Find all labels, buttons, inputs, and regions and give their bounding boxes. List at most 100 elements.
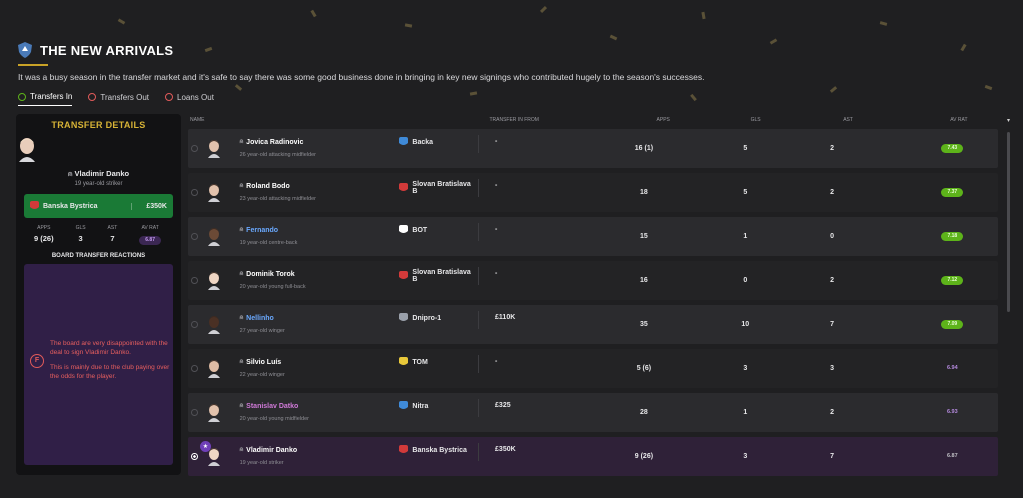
player-name: ⍝ Vladimir Danko [67,169,130,178]
table-scrollbar[interactable] [1007,132,1010,312]
stat-apps: APPS 9 (26) [34,225,54,243]
table-row[interactable]: ⍝ Jovica Radinovic 26 year-old attacking… [188,129,998,168]
table-row[interactable]: ⍝ Stanislav Datko 20 year-old young midf… [188,393,998,432]
rating-pill: 6.87 [946,453,958,460]
from-club-link[interactable]: BOT [399,225,476,235]
player-name-link[interactable]: ⍝ Dominik Torok [240,271,400,278]
assists-cell: 0 [830,232,835,240]
table-row[interactable]: ⍝ Dominik Torok 20 year-old young full-b… [188,261,998,300]
lock-icon: ⍝ [239,446,244,453]
title-underline [18,64,48,66]
apps-cell: 16 (1) [634,144,654,152]
player-description: 27 year-old winger [239,327,285,334]
lock-icon: ⍝ [239,182,244,189]
column-header-name[interactable]: NAME [188,117,385,123]
assists-cell: 3 [830,364,835,372]
from-club-link[interactable]: TOM [399,357,476,367]
player-info: ⍝ Vladimir Danko 19 year-old striker [240,447,400,466]
player-description: 20 year-old young midfielder [239,415,309,422]
club-badge-icon [399,401,409,409]
from-club-link[interactable]: Slovan Bratislava B [399,269,476,283]
rating-pill: 6.93 [946,409,958,416]
table-row[interactable]: ⍝ Fernando 19 year-old centre-back BOT -… [188,217,998,256]
player-name-link[interactable]: ⍝ Vladimir Danko [240,447,400,454]
lock-icon: ⍝ [239,314,244,321]
rating-pill: 6.94 [946,365,958,372]
page-title: THE NEW ARRIVALS [40,42,174,58]
lock-icon: ⍝ [239,138,244,145]
column-divider [478,223,480,241]
tab-transfers-in[interactable]: Transfers In [18,92,73,106]
rating-cell: 6.94 [907,364,998,373]
transfer-details-panel: TRANSFER DETAILS ⍝ Vladimir Danko 19 yea… [16,114,181,475]
goals-cell: 5 [743,188,748,196]
assists-cell: 2 [830,188,835,196]
fee-cell: £325 [495,402,511,409]
table-row[interactable]: ⍝ Roland Bodo 23 year-old attacking midf… [188,173,998,212]
player-name-link[interactable]: ⍝ Fernando [240,227,400,234]
tab-label: Transfers Out [100,92,149,102]
club-shield-icon [18,42,32,58]
column-header-apps[interactable]: APPS [544,117,693,123]
from-club-link[interactable]: Nitra [399,401,476,411]
rating-cell: 6.87 [907,452,998,461]
assists-cell: 7 [830,320,835,328]
fee-cell: - [495,138,498,145]
apps-cell: 28 [640,408,648,416]
table-row[interactable]: ★ ⍝ Vladimir Danko 19 year-old striker B… [188,437,998,476]
tab-loans-out[interactable]: Loans Out [165,92,214,106]
rating-pill: 7.43 [941,143,964,153]
stat-goals: GLS 3 [75,225,86,243]
player-face-icon [207,140,220,159]
player-face-icon [207,316,220,335]
transfer-cycle-icon [165,93,173,101]
player-description: 19 year-old striker [74,181,123,187]
tab-label: Transfers In [30,92,73,101]
table-row[interactable]: ⍝ Nellinho 27 year-old winger Dnipro-1 £… [188,305,998,344]
goals-cell: 1 [743,232,748,240]
from-club-link[interactable]: Dnipro-1 [399,313,476,323]
player-info: ⍝ Stanislav Datko 20 year-old young midf… [240,403,400,422]
assists-cell: 2 [830,408,835,416]
lock-icon: ⍝ [67,169,73,178]
club-badge-icon [399,137,409,145]
player-name-link[interactable]: ⍝ Stanislav Datko [240,403,400,410]
lock-icon: ⍝ [239,226,244,233]
goals-cell: 5 [743,144,748,152]
table-row[interactable]: ⍝ Silvio Luís 22 year-old winger TOM - 5… [188,349,998,388]
page-header: THE NEW ARRIVALS It was a busy season in… [18,42,1005,82]
player-name-link[interactable]: ⍝ Roland Bodo [240,183,400,190]
goals-cell: 3 [743,452,748,460]
rating-pill: 7.18 [941,231,964,241]
column-header-assists[interactable]: AST [819,117,878,123]
column-header-goals[interactable]: GLS [693,117,819,123]
row-select-radio[interactable] [191,320,198,328]
from-club-link[interactable]: Backa [399,137,476,147]
from-club-link[interactable]: Slovan Bratislava B [399,181,476,195]
player-name-link[interactable]: ⍝ Nellinho [240,315,400,322]
board-reactions-title: BOARD TRANSFER REACTIONS [51,252,146,259]
sort-arrow-icon[interactable]: ▾ [1000,117,1010,124]
fee-cell: - [495,182,498,189]
column-header-avg-rating[interactable]: AV RAT [878,117,1001,123]
tab-transfers-out[interactable]: Transfers Out [88,92,149,106]
player-face-icon [207,404,220,423]
player-name-link[interactable]: ⍝ Silvio Luís [240,359,400,366]
row-select-radio[interactable] [191,452,198,460]
table-body: ⍝ Jovica Radinovic 26 year-old attacking… [188,129,1010,476]
row-select-radio[interactable] [191,232,198,240]
player-name-link[interactable]: ⍝ Jovica Radinovic [240,139,400,146]
goals-cell: 1 [743,408,748,416]
club-badge-icon [399,183,409,191]
fee-cell: £110K [495,314,516,321]
row-select-radio[interactable] [191,364,198,372]
stat-assists: AST 7 [107,225,118,243]
row-select-radio[interactable] [191,144,198,152]
row-select-radio[interactable] [191,408,198,416]
column-header-from[interactable]: TRANSFER IN FROM [385,117,544,123]
grade-icon: F [30,353,44,368]
row-select-radio[interactable] [191,276,198,284]
from-club-link[interactable]: Banska Bystrica [399,445,476,455]
column-divider [478,399,480,417]
row-select-radio[interactable] [191,188,198,196]
